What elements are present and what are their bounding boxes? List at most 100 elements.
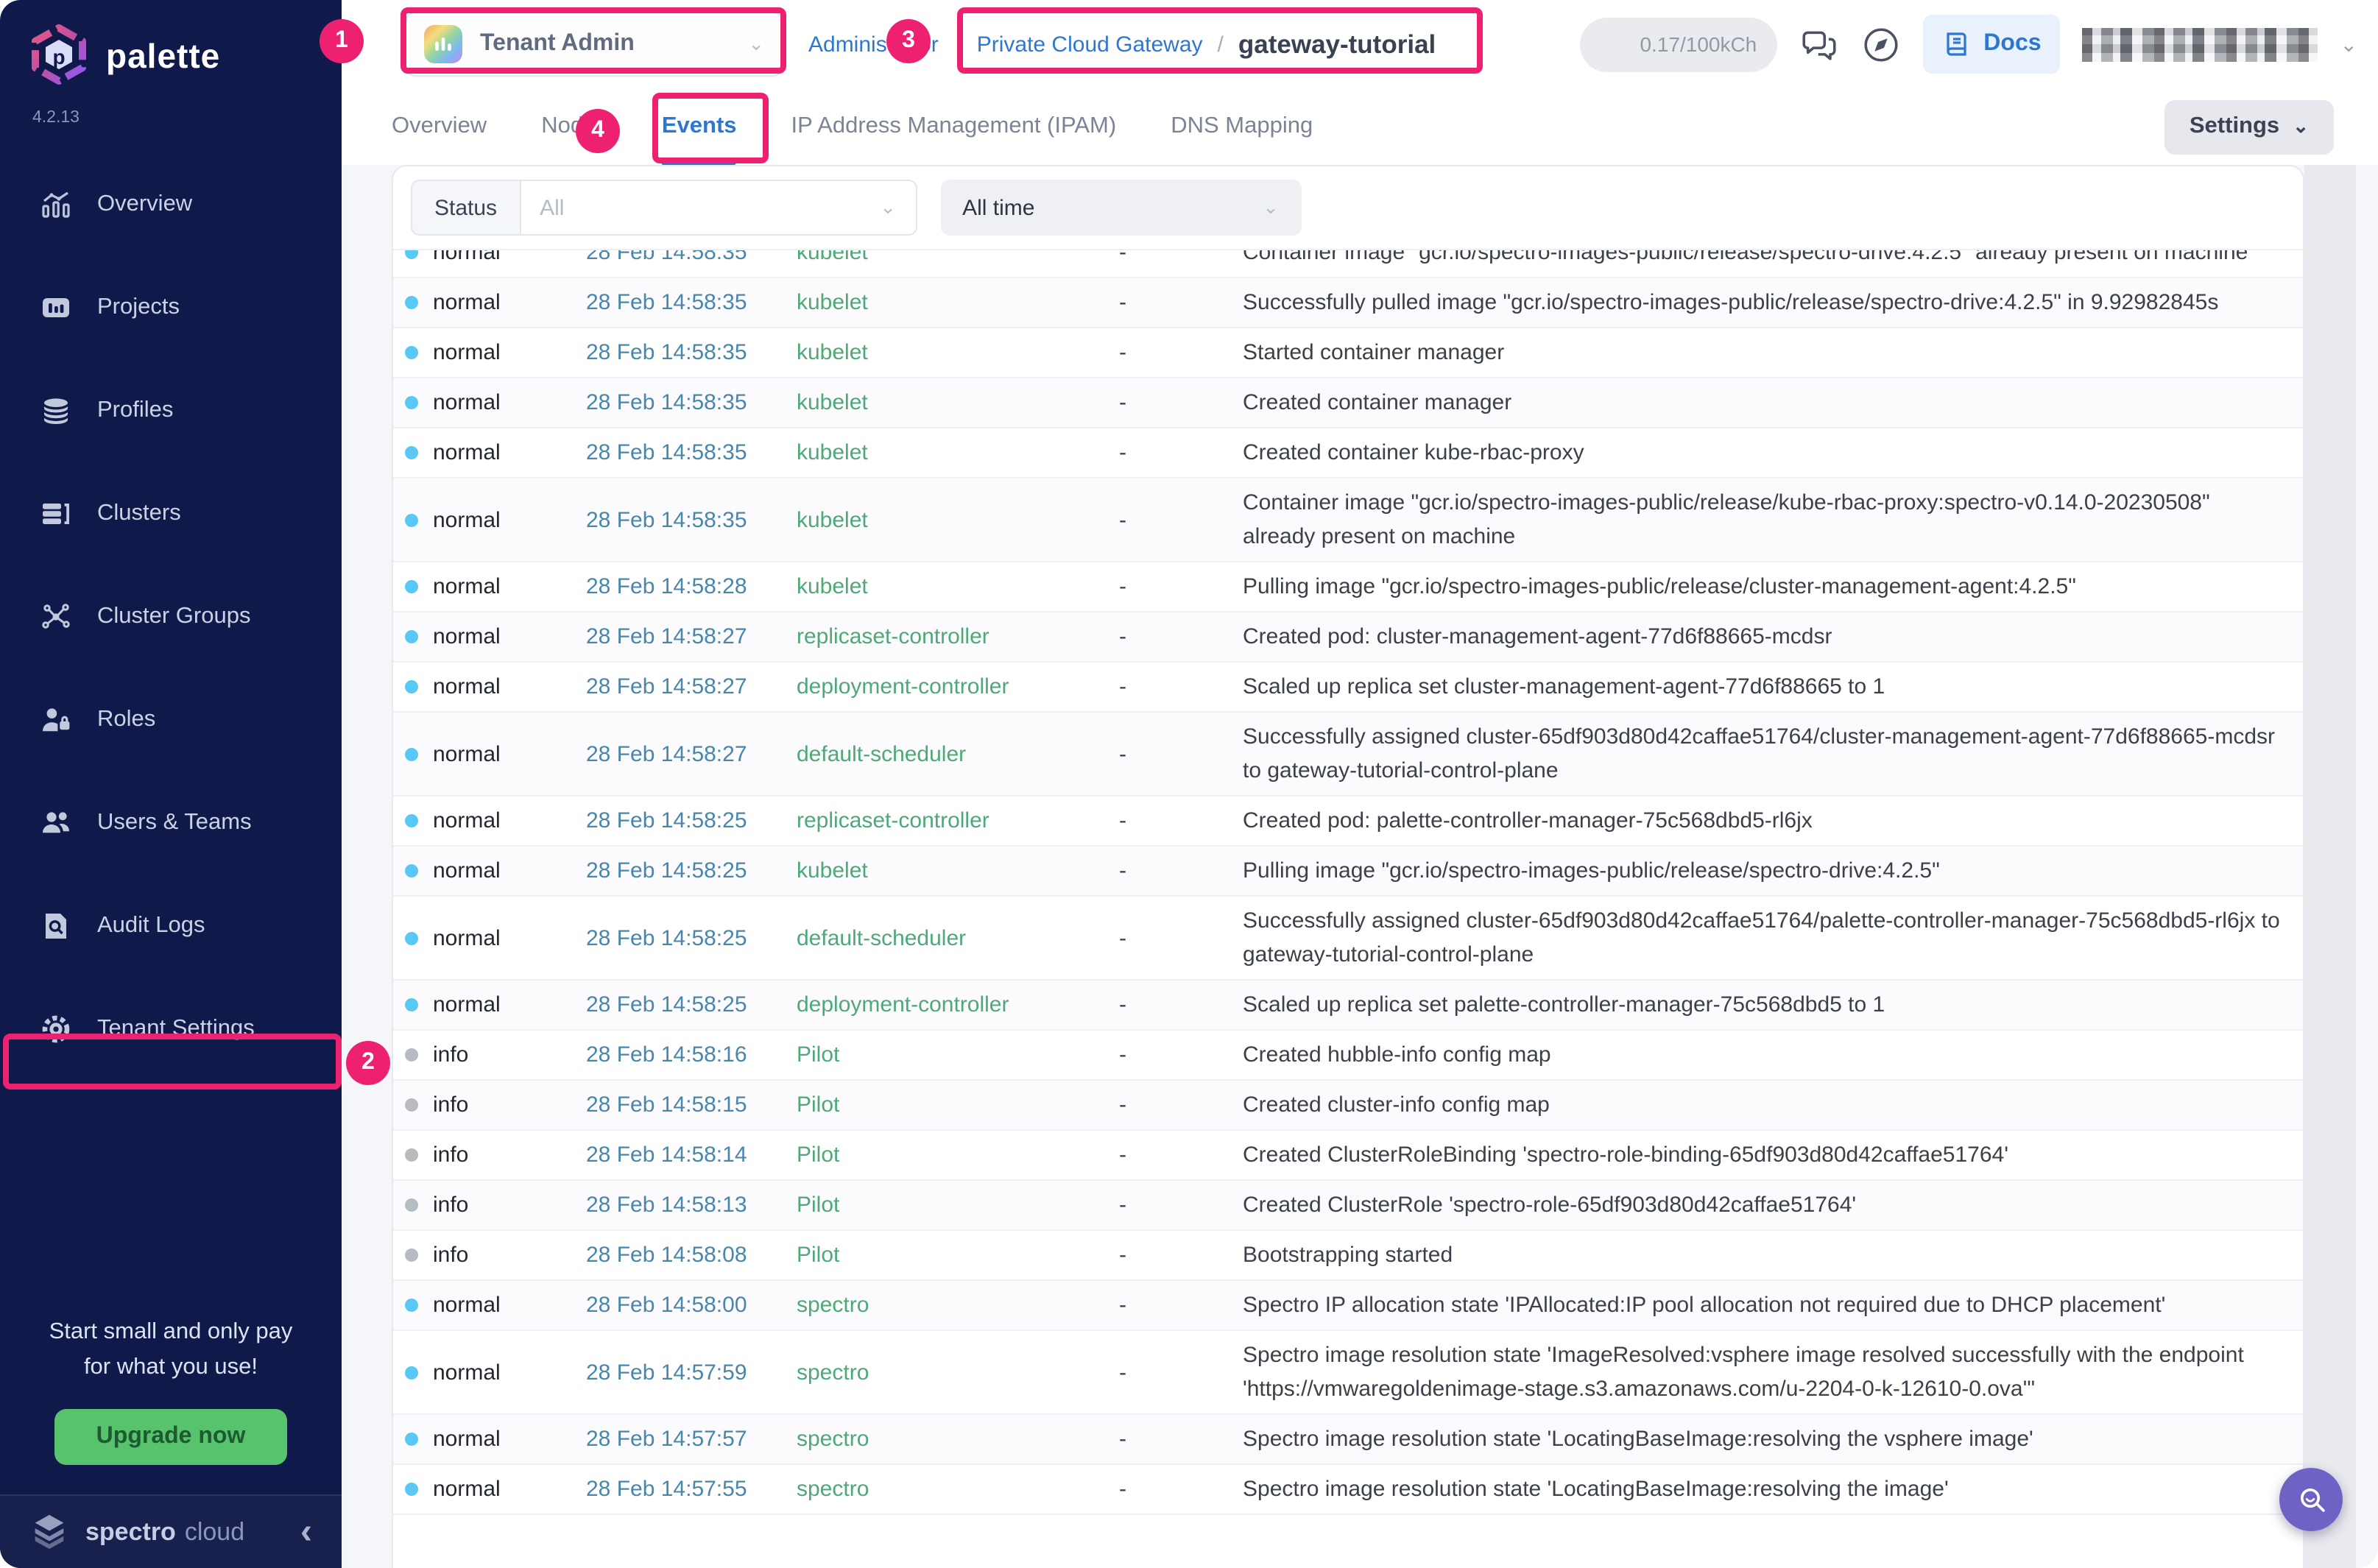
tab-dns-mapping[interactable]: DNS Mapping xyxy=(1171,88,1313,165)
event-row: normal28 Feb 14:58:25kubelet-Pulling ima… xyxy=(393,847,2303,897)
event-involved-object: - xyxy=(1119,336,1243,370)
upgrade-now-button[interactable]: Upgrade now xyxy=(55,1409,287,1465)
status-dot-icon xyxy=(405,1249,418,1262)
tab-overview[interactable]: Overview xyxy=(392,88,487,165)
event-source: Pilot xyxy=(797,1138,1119,1172)
help-search-fab[interactable] xyxy=(2279,1468,2343,1531)
sidebar-item-audit-logs[interactable]: Audit Logs xyxy=(0,875,342,978)
event-source: default-scheduler xyxy=(797,921,1119,955)
event-message: Spectro image resolution state 'ImageRes… xyxy=(1243,1338,2303,1406)
event-source: kubelet xyxy=(797,570,1119,604)
event-status: normal xyxy=(393,570,586,604)
event-source: replicaset-controller xyxy=(797,804,1119,838)
event-involved-object: - xyxy=(1119,250,1243,269)
event-involved-object: - xyxy=(1119,386,1243,420)
event-row: normal28 Feb 14:57:57spectro-Spectro ima… xyxy=(393,1415,2303,1465)
sidebar: p palette 4.2.13 OverviewProjectsProfile… xyxy=(0,0,342,1568)
event-timestamp: 28 Feb 14:57:59 xyxy=(586,1355,797,1389)
main-area: Tenant Admin ⌄ Administrator Private Clo… xyxy=(342,0,2378,1568)
clusters-server-icon xyxy=(40,498,72,530)
status-dot-icon xyxy=(405,864,418,877)
event-involved-object: - xyxy=(1119,286,1243,319)
event-involved-object: - xyxy=(1119,620,1243,654)
event-row: info28 Feb 14:58:15Pilot-Created cluster… xyxy=(393,1081,2303,1131)
event-status: normal xyxy=(393,620,586,654)
audit-logs-icon xyxy=(40,910,72,942)
breadcrumb-private-cloud-gateway-link[interactable]: Private Cloud Gateway xyxy=(977,32,1203,57)
event-message: Successfully assigned cluster-65df903d80… xyxy=(1243,720,2303,788)
scrollbar-track[interactable] xyxy=(2304,165,2356,1568)
sidebar-item-label: Overview xyxy=(97,191,192,218)
explore-compass-icon[interactable] xyxy=(1861,24,1901,64)
sidebar-nav: Overview Projects ProfilesClustersCluster … xyxy=(0,127,342,1081)
event-source: kubelet xyxy=(797,436,1119,470)
event-source: Pilot xyxy=(797,1188,1119,1222)
event-row: info28 Feb 14:58:14Pilot-Created Cluster… xyxy=(393,1131,2303,1181)
tab-ip-address-management-ipam-[interactable]: IP Address Management (IPAM) xyxy=(791,88,1117,165)
time-range-select[interactable]: All time ⌄ xyxy=(940,180,1301,236)
sidebar-item-roles[interactable]: Roles xyxy=(0,668,342,771)
events-table: normal28 Feb 14:58:35kubelet-Container i… xyxy=(393,250,2303,1568)
event-status: normal xyxy=(393,1422,586,1456)
sidebar-item-clusters[interactable]: Clusters xyxy=(0,462,342,565)
event-status: info xyxy=(393,1088,586,1122)
docs-button[interactable]: Docs xyxy=(1923,15,2060,74)
status-dot-icon xyxy=(405,1098,418,1112)
tenant-scope-selector[interactable]: Tenant Admin ⌄ xyxy=(405,12,783,77)
event-status: normal xyxy=(393,737,586,771)
event-message: Created container kube-rbac-proxy xyxy=(1243,436,2303,470)
event-row: normal28 Feb 14:57:59spectro-Spectro ima… xyxy=(393,1331,2303,1415)
sidebar-item-cluster-groups[interactable]: Cluster Groups xyxy=(0,565,342,668)
event-source: kubelet xyxy=(797,503,1119,537)
sidebar-item-label: Roles xyxy=(97,707,155,733)
event-row: normal28 Feb 14:58:27replicaset-controll… xyxy=(393,612,2303,663)
settings-button[interactable]: Settings ⌄ xyxy=(2164,99,2334,154)
event-message: Created container manager xyxy=(1243,386,2303,420)
event-timestamp: 28 Feb 14:58:35 xyxy=(586,286,797,319)
sidebar-item-tenant-settings[interactable]: Tenant Settings xyxy=(0,978,342,1081)
event-timestamp: 28 Feb 14:58:28 xyxy=(586,570,797,604)
user-menu-chevron-down-icon[interactable]: ⌄ xyxy=(2340,32,2357,57)
events-panel: Status All ⌄ All time ⌄ normal28 Feb 14:… xyxy=(392,165,2304,1568)
event-involved-object: - xyxy=(1119,1138,1243,1172)
event-timestamp: 28 Feb 14:58:13 xyxy=(586,1188,797,1222)
sidebar-collapse-chevron-icon[interactable]: ‹ xyxy=(300,1514,312,1550)
status-dot-icon xyxy=(405,250,418,259)
event-status: normal xyxy=(393,1355,586,1389)
sidebar-item-overview[interactable]: Overview xyxy=(0,153,342,256)
sidebar-item-projects[interactable]: Projects xyxy=(0,256,342,359)
status-dot-icon xyxy=(405,747,418,760)
app-version: 4.2.13 xyxy=(0,88,342,127)
promo-text: Start small and only pay for what you us… xyxy=(0,1315,342,1385)
sidebar-item-users-teams[interactable]: Users & Teams xyxy=(0,771,342,875)
time-range-value: All time xyxy=(962,195,1034,220)
event-involved-object: - xyxy=(1119,436,1243,470)
event-source: spectro xyxy=(797,1288,1119,1322)
chat-icon[interactable] xyxy=(1799,24,1839,64)
event-message: Container image "gcr.io/spectro-images-p… xyxy=(1243,250,2303,269)
status-dot-icon xyxy=(405,680,418,693)
status-filter-select[interactable]: Status All ⌄ xyxy=(411,180,917,236)
sidebar-item-profiles[interactable]: Profiles xyxy=(0,359,342,462)
tenant-scope-label: Tenant Admin xyxy=(480,31,730,57)
status-dot-icon xyxy=(405,814,418,827)
event-message: Started container manager xyxy=(1243,336,2303,370)
tab-events[interactable]: Events xyxy=(662,88,737,165)
event-status: normal xyxy=(393,854,586,888)
user-account-name-redacted[interactable] xyxy=(2083,27,2318,61)
event-source: Pilot xyxy=(797,1238,1119,1272)
tenant-scope-icon xyxy=(424,25,462,63)
sidebar-item-label: Projects xyxy=(97,294,180,321)
event-row: normal28 Feb 14:58:35kubelet-Created con… xyxy=(393,428,2303,478)
event-involved-object: - xyxy=(1119,1422,1243,1456)
event-timestamp: 28 Feb 14:58:27 xyxy=(586,670,797,704)
chevron-down-icon: ⌄ xyxy=(748,32,764,56)
event-involved-object: - xyxy=(1119,921,1243,955)
event-message: Successfully assigned cluster-65df903d80… xyxy=(1243,904,2303,972)
event-row: info28 Feb 14:58:16Pilot-Created hubble-… xyxy=(393,1031,2303,1081)
status-dot-icon xyxy=(405,998,418,1011)
event-status: normal xyxy=(393,988,586,1022)
event-status: info xyxy=(393,1188,586,1222)
event-row: normal28 Feb 14:58:27default-scheduler-S… xyxy=(393,713,2303,797)
event-involved-object: - xyxy=(1119,1288,1243,1322)
